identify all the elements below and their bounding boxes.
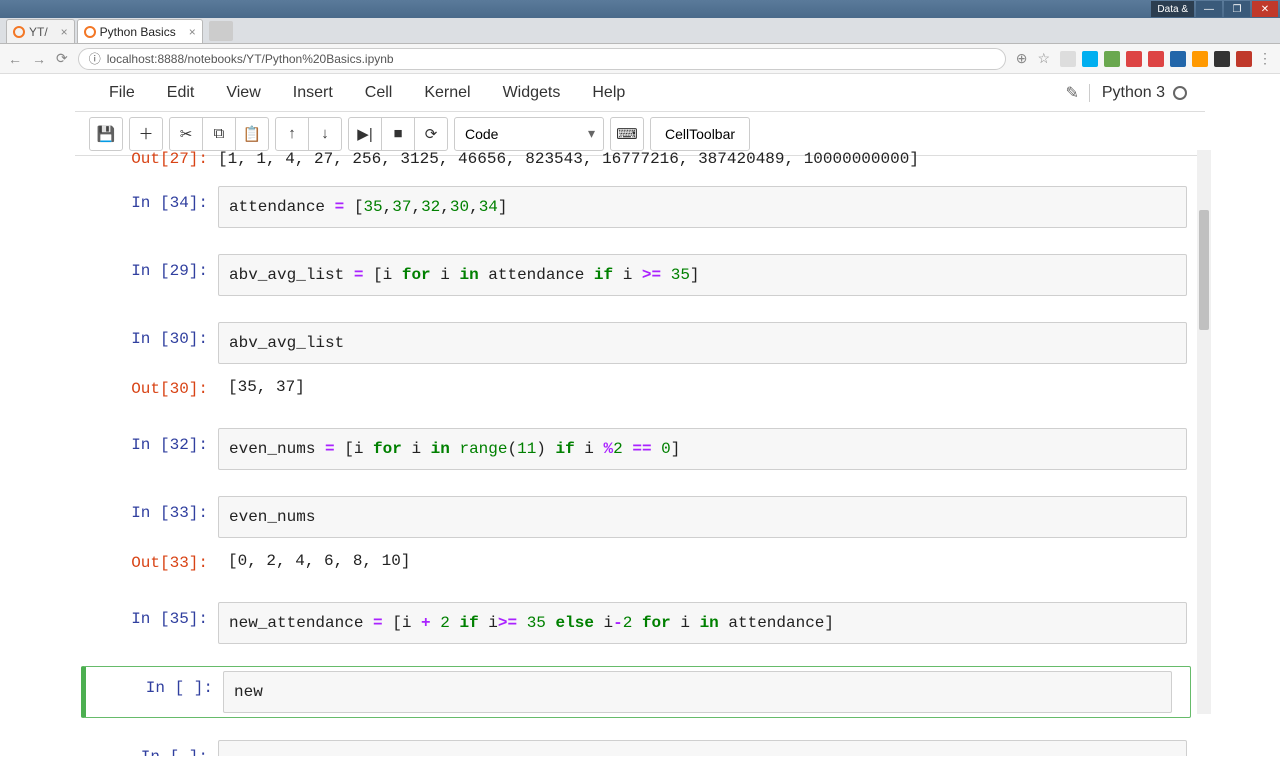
skype-icon[interactable] xyxy=(1082,51,1098,67)
restart-button[interactable]: ⟳ xyxy=(414,117,448,151)
paste-button[interactable]: 📋 xyxy=(235,117,269,151)
run-button[interactable]: ▶| xyxy=(348,117,382,151)
ext-icon[interactable] xyxy=(1104,51,1120,67)
close-tab-icon[interactable]: × xyxy=(61,25,68,39)
copy-button[interactable]: ⧉ xyxy=(202,117,236,151)
menu-view[interactable]: View xyxy=(210,78,276,108)
browser-tab-python-basics[interactable]: Python Basics × xyxy=(77,19,203,43)
cut-button[interactable]: ✂ xyxy=(169,117,203,151)
ext-icon[interactable] xyxy=(1126,51,1142,67)
output-text: [0, 2, 4, 6, 8, 10] xyxy=(218,546,1187,576)
in-prompt: In [35]: xyxy=(83,602,218,628)
code-cell[interactable]: In [30]:abv_avg_listOut[30]:[35, 37] xyxy=(75,318,1205,406)
jupyter-container: File Edit View Insert Cell Kernel Widget… xyxy=(0,74,1280,720)
pencil-icon[interactable]: ✎ xyxy=(1065,83,1078,103)
url-input[interactable]: ⓘ localhost:8888/notebooks/YT/Python%20B… xyxy=(78,48,1006,70)
in-prompt: In [29]: xyxy=(83,254,218,280)
ext-icon[interactable] xyxy=(1236,51,1252,67)
code-input[interactable]: new xyxy=(223,671,1172,713)
code-input[interactable]: abv_avg_list = [i for i in attendance if… xyxy=(218,254,1187,296)
code-cell[interactable]: In [ ]:new xyxy=(81,666,1191,718)
output-text: [1, 1, 4, 27, 256, 3125, 46656, 823543, … xyxy=(218,150,1187,168)
code-input[interactable]: even_nums xyxy=(218,496,1187,538)
code-input[interactable]: even_nums = [i for i in range(11) if i %… xyxy=(218,428,1187,470)
titlebar-data-button[interactable]: Data & xyxy=(1151,1,1194,17)
ext-icon[interactable] xyxy=(1214,51,1230,67)
menu-edit[interactable]: Edit xyxy=(151,78,211,108)
code-cell[interactable]: In [35]:new_attendance = [i + 2 if i>= 3… xyxy=(75,598,1205,648)
in-prompt: In [33]: xyxy=(83,496,218,522)
back-icon[interactable]: ← xyxy=(8,51,22,67)
maximize-button[interactable]: ❐ xyxy=(1224,1,1250,17)
tab-label: Python Basics xyxy=(100,25,176,39)
interrupt-button[interactable]: ■ xyxy=(381,117,415,151)
jupyter-favicon-icon xyxy=(13,26,25,38)
in-prompt: In [34]: xyxy=(83,186,218,212)
keyboard-button[interactable]: ⌨ xyxy=(610,117,644,151)
code-cell[interactable]: In [34]:attendance = [35,37,32,30,34] xyxy=(75,182,1205,232)
menu-cell[interactable]: Cell xyxy=(349,78,409,108)
ext-icon[interactable] xyxy=(1148,51,1164,67)
browser-address-bar: ← → ⟳ ⓘ localhost:8888/notebooks/YT/Pyth… xyxy=(0,44,1280,74)
out-prompt: Out[30]: xyxy=(83,372,218,398)
out-prompt: Out[33]: xyxy=(83,546,218,572)
output-text: [35, 37] xyxy=(218,372,1187,402)
jupyter-menubar: File Edit View Insert Cell Kernel Widget… xyxy=(75,74,1205,112)
close-window-button[interactable]: ✕ xyxy=(1252,1,1278,17)
scrollbar-thumb[interactable] xyxy=(1199,210,1209,330)
menu-insert[interactable]: Insert xyxy=(277,78,349,108)
cell-toolbar-button[interactable]: CellToolbar xyxy=(650,117,750,151)
minimize-button[interactable]: — xyxy=(1196,1,1222,17)
notebook-area: Out[27]: [1, 1, 4, 27, 256, 3125, 46656,… xyxy=(75,150,1205,714)
ext-icon[interactable] xyxy=(1060,51,1076,67)
extension-icons: ⋮ xyxy=(1060,50,1272,67)
reload-icon[interactable]: ⟳ xyxy=(56,50,68,67)
new-tab-button[interactable] xyxy=(209,21,233,41)
code-cell[interactable]: In [32]:even_nums = [i for i in range(11… xyxy=(75,424,1205,474)
forward-icon[interactable]: → xyxy=(32,51,46,67)
info-icon: ⓘ xyxy=(89,50,101,67)
code-input[interactable] xyxy=(218,740,1187,756)
os-titlebar: Data & — ❐ ✕ xyxy=(0,0,1280,18)
kernel-indicator: Python 3 xyxy=(1089,84,1187,102)
code-cell[interactable]: In [ ]: xyxy=(75,736,1205,756)
in-prompt: In [32]: xyxy=(83,428,218,454)
menu-icon[interactable]: ⋮ xyxy=(1258,50,1272,67)
tab-label: YT/ xyxy=(29,25,48,39)
add-cell-button[interactable]: ＋ xyxy=(129,117,163,151)
jupyter-page: File Edit View Insert Cell Kernel Widget… xyxy=(75,74,1205,720)
code-cell[interactable]: In [33]:even_numsOut[33]:[0, 2, 4, 6, 8,… xyxy=(75,492,1205,580)
browser-tab-yt[interactable]: YT/ × xyxy=(6,19,75,43)
star-icon[interactable]: ☆ xyxy=(1037,50,1050,67)
menu-kernel[interactable]: Kernel xyxy=(408,78,486,108)
move-down-button[interactable]: ↓ xyxy=(308,117,342,151)
code-input[interactable]: abv_avg_list xyxy=(218,322,1187,364)
ext-icon[interactable] xyxy=(1170,51,1186,67)
kernel-status-icon xyxy=(1173,86,1187,100)
in-prompt: In [ ]: xyxy=(88,671,223,697)
out-prompt: Out[27]: xyxy=(83,150,218,168)
in-prompt: In [30]: xyxy=(83,322,218,348)
close-tab-icon[interactable]: × xyxy=(189,25,196,39)
scrollbar[interactable] xyxy=(1197,150,1211,714)
ext-icon[interactable] xyxy=(1192,51,1208,67)
url-text: localhost:8888/notebooks/YT/Python%20Bas… xyxy=(107,52,394,66)
code-input[interactable]: attendance = [35,37,32,30,34] xyxy=(218,186,1187,228)
browser-tabstrip: YT/ × Python Basics × xyxy=(0,18,1280,44)
save-button[interactable]: 💾 xyxy=(89,117,123,151)
menu-help[interactable]: Help xyxy=(576,78,641,108)
cell-type-label: Code xyxy=(465,126,498,142)
zoom-icon[interactable]: ⊕ xyxy=(1016,50,1028,67)
jupyter-favicon-icon xyxy=(84,26,96,38)
cell-type-select[interactable]: Code xyxy=(454,117,604,151)
menu-widgets[interactable]: Widgets xyxy=(487,78,577,108)
menu-file[interactable]: File xyxy=(93,78,151,108)
code-cell[interactable]: In [29]:abv_avg_list = [i for i in atten… xyxy=(75,250,1205,300)
code-input[interactable]: new_attendance = [i + 2 if i>= 35 else i… xyxy=(218,602,1187,644)
kernel-name: Python 3 xyxy=(1102,84,1165,102)
in-prompt: In [ ]: xyxy=(83,740,218,756)
move-up-button[interactable]: ↑ xyxy=(275,117,309,151)
